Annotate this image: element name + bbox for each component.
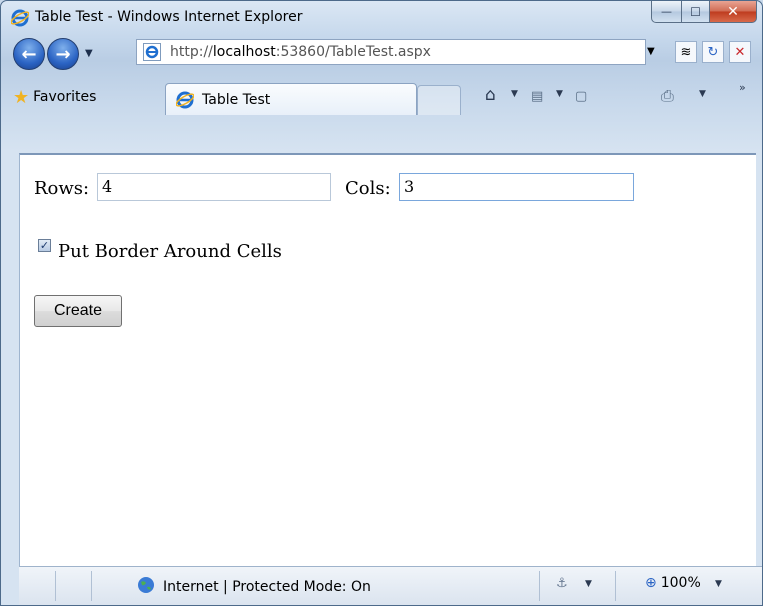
zone-text: Internet | Protected Mode: On (163, 579, 371, 595)
address-url: http://localhost:53860/TableTest.aspx (170, 44, 431, 60)
read-mail-icon[interactable]: ▢ (575, 89, 587, 104)
security-zone[interactable]: Internet | Protected Mode: On (137, 576, 371, 598)
more-commands-icon[interactable]: » (739, 81, 746, 94)
forward-arrow-icon: → (55, 43, 71, 65)
print-icon[interactable]: ⎙ (661, 86, 674, 106)
window-title: Table Test - Windows Internet Explorer (35, 9, 303, 25)
zoom-level: 100% (660, 575, 701, 591)
star-icon: ★ (13, 86, 30, 108)
close-icon: ✕ (727, 3, 739, 20)
close-button[interactable]: ✕ (710, 1, 757, 23)
zoom-control[interactable]: ⊕ 100% (645, 575, 701, 591)
minimize-icon: — (661, 5, 672, 18)
maximize-icon: ☐ (690, 4, 701, 19)
home-icon[interactable]: ⌂ (485, 85, 496, 105)
favorites-button[interactable]: ★ Favorites (13, 86, 96, 108)
feeds-dropdown-icon[interactable]: ▼ (556, 89, 563, 99)
forward-button[interactable]: → (47, 38, 79, 70)
title-bar: Table Test - Windows Internet Explorer —… (1, 1, 762, 33)
tab-label: Table Test (202, 92, 271, 108)
refresh-icon[interactable]: ↻ (702, 41, 724, 63)
zoom-icon: ⊕ (645, 575, 657, 591)
favorites-bar: ★ Favorites Table Test ⌂ ▼ ▤ ▼ ▢ ⎙ ▼ » (1, 73, 762, 153)
rows-label: Rows: (34, 178, 90, 199)
navigation-bar: ← → ▼ http://localhost:53860/TableTest.a… (1, 33, 762, 73)
browser-window: Table Test - Windows Internet Explorer —… (0, 0, 763, 606)
address-dropdown-icon[interactable]: ▼ (647, 46, 655, 57)
border-checkbox-label: Put Border Around Cells (58, 241, 282, 262)
cols-label: Cols: (345, 178, 391, 199)
home-dropdown-icon[interactable]: ▼ (511, 89, 518, 99)
new-tab-button[interactable] (417, 85, 461, 115)
print-dropdown-icon[interactable]: ▼ (699, 89, 706, 99)
rows-input[interactable]: 4 (97, 173, 331, 201)
feeds-icon[interactable]: ▤ (531, 89, 543, 104)
page-ie-icon (143, 43, 161, 61)
favorites-label: Favorites (33, 89, 97, 105)
back-button[interactable]: ← (13, 38, 45, 70)
border-checkbox[interactable]: ✓ (38, 239, 51, 252)
url-path: :53860/TableTest.aspx (275, 44, 431, 60)
cols-input[interactable]: 3 (399, 173, 634, 201)
status-divider (55, 571, 56, 601)
create-button[interactable]: Create (34, 295, 122, 327)
recent-pages-dropdown-icon[interactable]: ▼ (85, 48, 93, 59)
stop-icon[interactable]: ✕ (729, 41, 751, 63)
caption-buttons: — ☐ ✕ (651, 1, 757, 23)
status-bar: Internet | Protected Mode: On ⚓ ▼ ⊕ 100%… (19, 566, 762, 605)
url-scheme: http:// (170, 44, 213, 60)
back-arrow-icon: ← (21, 43, 37, 65)
globe-icon (137, 576, 155, 598)
tab-ie-icon (176, 91, 194, 109)
zoom-dropdown-icon[interactable]: ▼ (715, 579, 722, 589)
protected-mode-dropdown-icon[interactable]: ▼ (585, 579, 592, 589)
address-bar[interactable]: http://localhost:53860/TableTest.aspx (136, 39, 646, 65)
compatibility-view-icon[interactable]: ≋ (675, 41, 697, 63)
status-divider (91, 571, 92, 601)
tab-table-test[interactable]: Table Test (165, 83, 417, 115)
protected-mode-icon[interactable]: ⚓ (556, 576, 568, 591)
minimize-button[interactable]: — (651, 1, 682, 23)
status-divider (539, 571, 540, 601)
maximize-button[interactable]: ☐ (682, 1, 710, 23)
page-content: Rows: 4 Cols: 3 ✓ Put Border Around Cell… (19, 153, 756, 566)
ie-logo-icon (11, 9, 29, 27)
url-host: localhost (212, 44, 276, 60)
status-divider (615, 571, 616, 601)
